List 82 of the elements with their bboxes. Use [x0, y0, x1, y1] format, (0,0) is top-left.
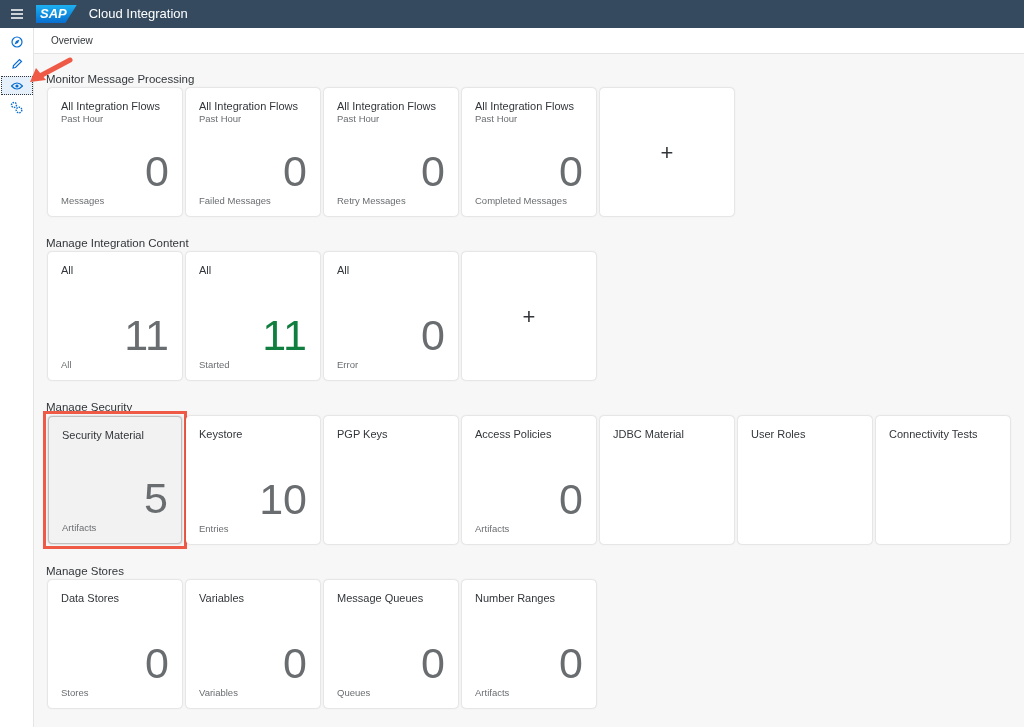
tile-footer: Started	[199, 359, 307, 371]
tile[interactable]: User Roles	[738, 416, 872, 544]
tile[interactable]: All 11 Started	[186, 252, 320, 380]
tile-footer: Variables	[199, 687, 307, 699]
kpi-value: 0	[421, 149, 445, 193]
sap-logo: SAP	[36, 5, 77, 23]
sidebar-item[interactable]	[0, 76, 33, 95]
tile-title: All	[337, 264, 351, 277]
kpi-value: 0	[559, 149, 583, 193]
tile-title: All Integration Flows	[61, 100, 162, 113]
tile-footer: Messages	[61, 195, 169, 207]
tile-title: Number Ranges	[475, 592, 557, 605]
tile[interactable]: All 11 All	[48, 252, 182, 380]
kpi-value: 0	[421, 313, 445, 357]
tile-footer: Retry Messages	[337, 195, 445, 207]
tile-subtitle: Past Hour	[475, 113, 519, 125]
pencil-icon	[10, 57, 23, 70]
tile-title: PGP Keys	[337, 428, 389, 441]
kpi-value: 5	[144, 476, 168, 520]
tile-footer: Entries	[199, 523, 307, 535]
tile-title: All Integration Flows	[199, 100, 300, 113]
tile[interactable]: All 0 Error	[324, 252, 458, 380]
app-title: Cloud Integration	[88, 5, 188, 24]
tile[interactable]: All Integration Flows Past Hour 0 Retry Messages	[324, 88, 458, 216]
tile-footer: Artifacts	[475, 523, 583, 535]
kpi-value: 0	[559, 477, 583, 521]
tile[interactable]: Number Ranges 0 Artifacts	[462, 580, 596, 708]
breadcrumb[interactable]: Overview	[51, 33, 93, 48]
tile[interactable]: Keystore 10 Entries	[186, 416, 320, 544]
tile-title: User Roles	[751, 428, 807, 441]
tile-title: Data Stores	[61, 592, 121, 605]
tile[interactable]: JDBC Material	[600, 416, 734, 544]
tile[interactable]: Access Policies 0 Artifacts	[462, 416, 596, 544]
section-title: Manage Integration Content	[46, 236, 190, 251]
tile-footer: Stores	[61, 687, 169, 699]
kpi-value: 11	[124, 313, 169, 357]
add-tile[interactable]: +	[462, 252, 596, 380]
tile-title: Security Material	[62, 429, 145, 442]
tile-footer: All	[61, 359, 169, 371]
tile-title: Access Policies	[475, 428, 553, 441]
section-title: Manage Stores	[46, 564, 125, 579]
tile[interactable]: All Integration Flows Past Hour 0 Messages	[48, 88, 182, 216]
tile[interactable]: Message Queues 0 Queues	[324, 580, 458, 708]
tile-subtitle: Past Hour	[61, 113, 105, 125]
tile-title: Message Queues	[337, 592, 425, 605]
tile-title: Keystore	[199, 428, 244, 441]
compass-icon	[10, 35, 23, 48]
tile-title: All Integration Flows	[475, 100, 576, 113]
tile-title: Connectivity Tests	[889, 428, 979, 441]
kpi-value: 0	[283, 641, 307, 685]
tile-footer: Queues	[337, 687, 445, 699]
gears-icon	[10, 101, 23, 114]
menu-icon	[11, 9, 23, 19]
tile[interactable]: Data Stores 0 Stores	[48, 580, 182, 708]
tile-footer: Completed Messages	[475, 195, 583, 207]
tile[interactable]: PGP Keys	[324, 416, 458, 544]
kpi-value: 0	[421, 641, 445, 685]
tile-footer: Error	[337, 359, 445, 371]
tile-footer: Artifacts	[62, 522, 168, 534]
tile-title: Variables	[199, 592, 246, 605]
kpi-value: 0	[283, 149, 307, 193]
tile-footer: Artifacts	[475, 687, 583, 699]
tile[interactable]: Variables 0 Variables	[186, 580, 320, 708]
kpi-value: 0	[145, 641, 169, 685]
section-title: Manage Security	[46, 400, 134, 415]
tile-title: All Integration Flows	[337, 100, 438, 113]
tile-footer: Failed Messages	[199, 195, 307, 207]
kpi-value: 0	[559, 641, 583, 685]
section-title: Monitor Message Processing	[46, 72, 196, 87]
tile[interactable]: All Integration Flows Past Hour 0 Failed Messages	[186, 88, 320, 216]
tile[interactable]: All Integration Flows Past Hour 0 Completed Messages	[462, 88, 596, 216]
tile-subtitle: Past Hour	[199, 113, 243, 125]
tile-title: All	[61, 264, 75, 277]
eye-icon	[10, 81, 23, 90]
tile-subtitle: Past Hour	[337, 113, 381, 125]
kpi-value: 0	[145, 149, 169, 193]
tile[interactable]: Connectivity Tests	[876, 416, 1010, 544]
kpi-value: 11	[262, 313, 307, 357]
tile-title: All	[199, 264, 213, 277]
kpi-value: 10	[259, 477, 307, 521]
add-tile[interactable]: +	[600, 88, 734, 216]
tile-title: JDBC Material	[613, 428, 685, 441]
